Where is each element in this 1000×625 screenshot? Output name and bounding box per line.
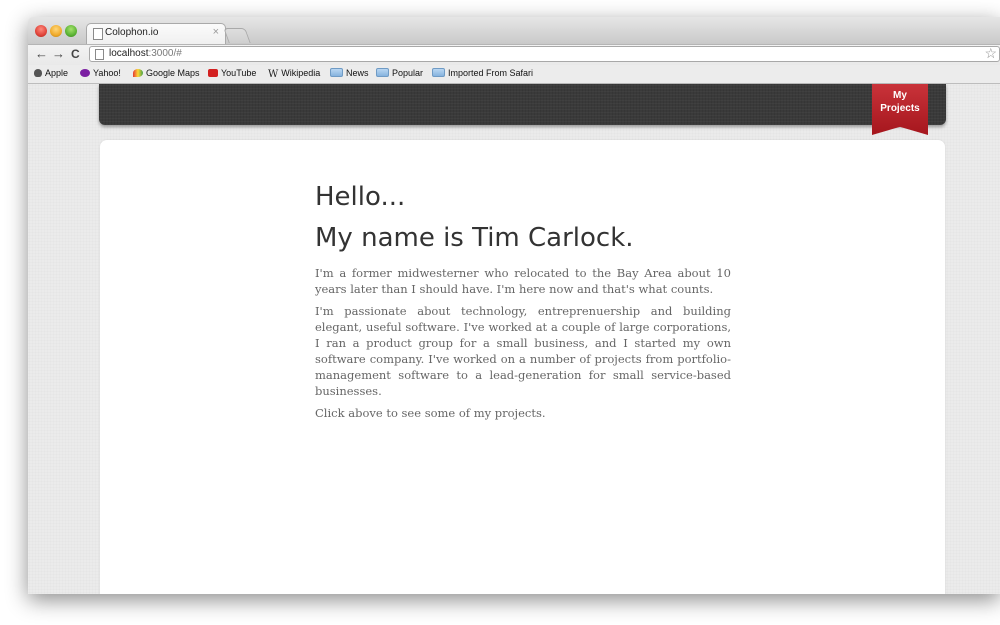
call-to-action-paragraph: Click above to see some of my projects.	[315, 406, 546, 420]
bookmark-imported-from-safari[interactable]: Imported From Safari	[432, 68, 533, 78]
browser-tab[interactable]: Colophon.io ×	[86, 23, 226, 44]
browser-toolbar: ← → C localhost:3000/# ☆	[28, 44, 1000, 65]
browser-window: Colophon.io × ← → C localhost:3000/# ☆ A…	[28, 17, 1000, 594]
bookmark-label: News	[346, 68, 369, 78]
url-path: :3000/#	[148, 48, 182, 59]
bookmark-apple[interactable]: Apple	[34, 68, 68, 78]
page-icon	[95, 49, 104, 60]
my-projects-ribbon-button[interactable]: My Projects	[872, 84, 928, 135]
intro-paragraph: I'm a former midwesterner who relocated …	[315, 266, 731, 296]
forward-arrow-icon[interactable]: →	[52, 46, 65, 61]
bookmark-label: Popular	[392, 68, 424, 78]
new-tab-button[interactable]	[223, 28, 251, 43]
tab-title: Colophon.io	[105, 27, 159, 38]
bookmark-popular[interactable]: Popular	[376, 68, 423, 78]
bookmark-label: YouTube	[221, 68, 257, 78]
folder-icon	[330, 68, 343, 77]
apple-icon	[34, 69, 42, 77]
address-bar[interactable]: localhost:3000/# ☆	[89, 45, 1000, 62]
bookmark-google-maps[interactable]: Google Maps	[133, 68, 200, 78]
bookmark-label: Yahoo!	[93, 68, 121, 78]
page-viewport: My Projects Hello... My name is Tim Carl…	[28, 84, 1000, 594]
close-window-button[interactable]	[35, 25, 47, 37]
url-host: localhost	[109, 48, 149, 59]
page-icon	[93, 28, 103, 40]
wikipedia-icon: W	[268, 69, 279, 80]
url-text[interactable]: localhost:3000/#	[109, 48, 182, 59]
folder-icon	[432, 68, 445, 77]
experience-paragraph: I'm passionate about technology, entrepr…	[315, 304, 731, 398]
maximize-window-button[interactable]	[65, 25, 77, 37]
bookmark-label: Imported From Safari	[448, 68, 534, 78]
bookmark-yahoo[interactable]: Yahoo!	[80, 68, 121, 78]
greeting-heading: Hello...	[315, 182, 406, 212]
google-maps-icon	[133, 69, 143, 77]
bookmark-star-icon[interactable]: ☆	[984, 45, 997, 62]
bookmark-label: Apple	[45, 68, 69, 78]
title-bar: Colophon.io ×	[28, 17, 1000, 44]
bookmark-news[interactable]: News	[330, 68, 369, 78]
bookmark-label: Google Maps	[146, 68, 200, 78]
bookmarks-bar: Apple Yahoo! Google Maps YouTube W Wikipe…	[28, 65, 1000, 84]
yahoo-icon	[80, 69, 90, 77]
content-card: Hello... My name is Tim Carlock. I'm a f…	[100, 140, 945, 594]
bookmark-label: Wikipedia	[281, 68, 321, 78]
back-arrow-icon[interactable]: ←	[35, 46, 48, 61]
reload-icon[interactable]: C	[71, 47, 80, 61]
youtube-icon	[208, 69, 218, 77]
my-projects-label: My Projects	[880, 90, 920, 114]
intro-section: Hello... My name is Tim Carlock. I'm a f…	[315, 180, 731, 421]
minimize-window-button[interactable]	[50, 25, 62, 37]
name-heading: My name is Tim Carlock.	[315, 223, 634, 253]
bookmark-wikipedia[interactable]: W Wikipedia	[268, 68, 320, 80]
tab-close-icon[interactable]: ×	[213, 26, 219, 38]
bookmark-youtube[interactable]: YouTube	[208, 68, 256, 78]
folder-icon	[376, 68, 389, 77]
site-header: My Projects	[99, 84, 946, 135]
